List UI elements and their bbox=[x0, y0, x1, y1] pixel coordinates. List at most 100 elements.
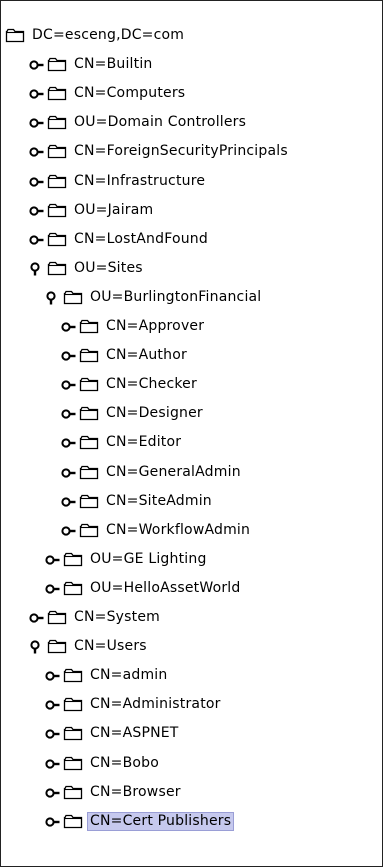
folder-icon bbox=[79, 376, 99, 392]
tree-node[interactable]: CN=Browser bbox=[1, 778, 382, 807]
tree-node[interactable]: OU=BurlingtonFinancial bbox=[1, 283, 382, 312]
tree-collapsed-handle-icon[interactable] bbox=[61, 348, 76, 362]
folder-icon bbox=[79, 493, 99, 509]
tree-collapsed-handle-icon[interactable] bbox=[45, 756, 60, 770]
tree-collapsed-handle-icon[interactable] bbox=[45, 785, 60, 799]
tree-node[interactable]: CN=ForeignSecurityPrincipals bbox=[1, 137, 382, 166]
tree-node-label[interactable]: CN=Cert Publishers bbox=[86, 811, 235, 831]
folder-icon bbox=[5, 27, 25, 43]
tree-node-label[interactable]: CN=Infrastructure bbox=[72, 173, 207, 190]
tree-collapsed-handle-icon[interactable] bbox=[61, 523, 76, 537]
tree-node-label[interactable]: CN=Approver bbox=[104, 318, 206, 335]
tree-collapsed-handle-icon[interactable] bbox=[29, 232, 44, 246]
tree-node[interactable]: CN=Infrastructure bbox=[1, 167, 382, 196]
folder-icon bbox=[63, 784, 83, 800]
tree-collapsed-handle-icon[interactable] bbox=[29, 203, 44, 217]
tree-collapsed-handle-icon[interactable] bbox=[45, 552, 60, 566]
tree-node-label[interactable]: CN=Users bbox=[72, 638, 149, 655]
tree-node-label[interactable]: CN=SiteAdmin bbox=[104, 493, 214, 510]
tree-node-label[interactable]: CN=System bbox=[72, 609, 162, 626]
folder-icon bbox=[47, 56, 67, 72]
tree-node-label[interactable]: CN=Author bbox=[104, 347, 189, 364]
tree-node-label[interactable]: OU=BurlingtonFinancial bbox=[88, 289, 263, 306]
tree-node-label[interactable]: OU=Jairam bbox=[72, 202, 155, 219]
tree-node[interactable]: CN=Administrator bbox=[1, 690, 382, 719]
tree-node[interactable]: CN=GeneralAdmin bbox=[1, 458, 382, 487]
tree-node[interactable]: CN=WorkflowAdmin bbox=[1, 516, 382, 545]
tree-node-label[interactable]: OU=HelloAssetWorld bbox=[88, 580, 242, 597]
tree-node-label[interactable]: OU=Domain Controllers bbox=[72, 114, 248, 131]
tree-collapsed-handle-icon[interactable] bbox=[61, 406, 76, 420]
tree-node[interactable]: CN=Builtin bbox=[1, 50, 382, 79]
tree-collapsed-handle-icon[interactable] bbox=[29, 144, 44, 158]
tree-collapsed-handle-icon[interactable] bbox=[61, 377, 76, 391]
tree-node[interactable]: CN=Author bbox=[1, 341, 382, 370]
tree-node-label[interactable]: CN=GeneralAdmin bbox=[104, 464, 243, 481]
tree-expanded-handle-icon[interactable] bbox=[45, 290, 60, 305]
folder-icon bbox=[63, 725, 83, 741]
tree-node-label[interactable]: CN=admin bbox=[88, 667, 169, 684]
tree-expanded-handle-icon[interactable] bbox=[29, 639, 44, 654]
folder-icon bbox=[47, 260, 67, 276]
tree-node[interactable]: OU=Sites bbox=[1, 254, 382, 283]
tree-node-label[interactable]: CN=ForeignSecurityPrincipals bbox=[72, 143, 290, 160]
tree-collapsed-handle-icon[interactable] bbox=[45, 697, 60, 711]
tree-collapsed-handle-icon[interactable] bbox=[29, 115, 44, 129]
folder-icon bbox=[47, 85, 67, 101]
tree-node[interactable]: CN=Computers bbox=[1, 79, 382, 108]
tree-collapsed-handle-icon[interactable] bbox=[29, 86, 44, 100]
tree-node-label[interactable]: CN=Checker bbox=[104, 376, 199, 393]
tree-node-label[interactable]: DC=esceng,DC=com bbox=[30, 27, 186, 44]
tree-node-label[interactable]: CN=Browser bbox=[88, 784, 183, 801]
tree-node-label[interactable]: CN=Builtin bbox=[72, 56, 155, 73]
tree-node[interactable]: CN=SiteAdmin bbox=[1, 487, 382, 516]
tree-node[interactable]: CN=Designer bbox=[1, 399, 382, 428]
folder-icon bbox=[47, 231, 67, 247]
tree-collapsed-handle-icon[interactable] bbox=[61, 465, 76, 479]
tree-expanded-handle-icon[interactable] bbox=[29, 261, 44, 276]
tree-node-label[interactable]: CN=LostAndFound bbox=[72, 231, 210, 248]
tree-node-label[interactable]: CN=Bobo bbox=[88, 755, 161, 772]
tree-node[interactable]: CN=ASPNET bbox=[1, 719, 382, 748]
tree-node[interactable]: OU=Domain Controllers bbox=[1, 108, 382, 137]
folder-icon bbox=[47, 202, 67, 218]
tree-node-label[interactable]: CN=ASPNET bbox=[88, 725, 181, 742]
folder-icon bbox=[63, 696, 83, 712]
tree-node[interactable]: CN=LostAndFound bbox=[1, 225, 382, 254]
tree-collapsed-handle-icon[interactable] bbox=[45, 581, 60, 595]
folder-icon bbox=[47, 173, 67, 189]
tree-node[interactable]: OU=Jairam bbox=[1, 196, 382, 225]
tree-collapsed-handle-icon[interactable] bbox=[29, 57, 44, 71]
tree-collapsed-handle-icon[interactable] bbox=[45, 726, 60, 740]
folder-icon bbox=[79, 347, 99, 363]
tree-node-label[interactable]: OU=GE Lighting bbox=[88, 551, 209, 568]
tree-collapsed-handle-icon[interactable] bbox=[61, 494, 76, 508]
folder-icon bbox=[79, 405, 99, 421]
tree-collapsed-handle-icon[interactable] bbox=[29, 610, 44, 624]
tree-collapsed-handle-icon[interactable] bbox=[61, 319, 76, 333]
tree-node[interactable]: CN=Editor bbox=[1, 428, 382, 457]
tree-node[interactable]: CN=Checker bbox=[1, 370, 382, 399]
tree-node[interactable]: DC=esceng,DC=com bbox=[1, 21, 382, 50]
folder-icon bbox=[63, 813, 83, 829]
folder-icon bbox=[79, 464, 99, 480]
tree-node[interactable]: OU=HelloAssetWorld bbox=[1, 574, 382, 603]
tree-collapsed-handle-icon[interactable] bbox=[61, 435, 76, 449]
tree-collapsed-handle-icon[interactable] bbox=[45, 668, 60, 682]
folder-icon bbox=[79, 318, 99, 334]
tree-node-label[interactable]: CN=Administrator bbox=[88, 696, 223, 713]
tree-node[interactable]: CN=admin bbox=[1, 661, 382, 690]
tree-node[interactable]: CN=Cert Publishers bbox=[1, 807, 382, 836]
tree-node[interactable]: CN=System bbox=[1, 603, 382, 632]
tree-collapsed-handle-icon[interactable] bbox=[45, 814, 60, 828]
tree-node-label[interactable]: CN=Computers bbox=[72, 85, 187, 102]
tree-node[interactable]: CN=Approver bbox=[1, 312, 382, 341]
tree-node-label[interactable]: OU=Sites bbox=[72, 260, 145, 277]
tree-node-label[interactable]: CN=Designer bbox=[104, 405, 205, 422]
tree-node-label[interactable]: CN=WorkflowAdmin bbox=[104, 522, 252, 539]
tree-node-label[interactable]: CN=Editor bbox=[104, 434, 183, 451]
tree-node[interactable]: OU=GE Lighting bbox=[1, 545, 382, 574]
tree-collapsed-handle-icon[interactable] bbox=[29, 174, 44, 188]
tree-node[interactable]: CN=Bobo bbox=[1, 749, 382, 778]
tree-node[interactable]: CN=Users bbox=[1, 632, 382, 661]
